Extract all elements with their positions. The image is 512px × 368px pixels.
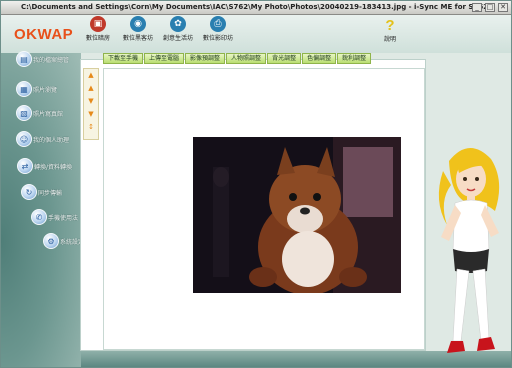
down-arrow-icon[interactable]: ▼ (84, 95, 98, 108)
photo-icon: ▦ (16, 81, 32, 97)
help-button[interactable]: ? 說明 (379, 17, 401, 44)
print-icon: ⎙ (210, 16, 226, 32)
toolbar-label: 數位暗房 (85, 35, 110, 42)
sidebar-item-photo-album[interactable]: ▧ 照片寫真館 (16, 105, 63, 121)
sidebar-item-file-manager[interactable]: ▤ 我的檔案總管 (16, 51, 69, 67)
sidebar-item-label: 我的個人助理 (33, 136, 70, 144)
sidebar-item-phone-usage[interactable]: ✆ 手機使用法 (31, 209, 78, 225)
up-arrow-icon[interactable]: ▲ (84, 69, 98, 82)
creative-icon: ✿ (170, 16, 186, 32)
title-bar[interactable]: C:\Documents and Settings\Corn\My Docume… (1, 1, 511, 15)
phone-icon: ✆ (31, 209, 47, 225)
maximize-button[interactable]: □ (485, 3, 495, 12)
sidebar-item-label: 照片寫真館 (33, 110, 64, 118)
assistant-icon: ☺ (16, 131, 32, 147)
tab-portrait-adjust[interactable]: 人物照調整 (226, 53, 267, 64)
toolbar-label: 創意生活坊 (162, 35, 193, 42)
sidebar-item-sync[interactable]: ↻ 同步傳輸 (21, 184, 62, 200)
tab-color-adjust[interactable]: 色偏調整 (302, 53, 337, 64)
darkroom-icon: ▣ (90, 16, 106, 32)
resize-arrow-icon[interactable]: ↕ (84, 121, 98, 134)
toolbar-print-button[interactable]: ⎙ 數位影印坊 (199, 16, 237, 42)
window-title: C:\Documents and Settings\Corn\My Docume… (21, 3, 489, 11)
window-controls: _ □ ✕ (472, 3, 508, 12)
mascot-illustration (438, 147, 500, 353)
toolbar-label: 數位黑客坊 (122, 35, 153, 42)
okwap-logo: OKWAP (14, 26, 74, 43)
settings-icon: ⚙ (43, 233, 59, 249)
sidebar-item-photo-browse[interactable]: ▦ 照片瀏覽 (16, 81, 57, 97)
photo-image (193, 137, 401, 293)
down-arrow-icon[interactable]: ▼ (84, 108, 98, 121)
sidebar-item-label: 轉換/資料轉換 (34, 163, 73, 171)
tab-download-to-phone[interactable]: 下載至手機 (103, 53, 144, 64)
up-arrow-icon[interactable]: ▲ (84, 82, 98, 95)
close-button[interactable]: ✕ (498, 3, 508, 12)
sidebar-item-convert[interactable]: ⇄ 轉換/資料轉換 (17, 158, 72, 174)
tab-image-adjust[interactable]: 影像預調整 (185, 53, 226, 64)
sidebar-item-label: 照片瀏覽 (33, 86, 58, 94)
sidebar-item-label: 同步傳輸 (38, 189, 63, 197)
sidebar-item-label: 手機使用法 (48, 214, 79, 222)
toolbar-creative-button[interactable]: ✿ 創意生活坊 (159, 16, 197, 42)
minimize-button[interactable]: _ (472, 3, 482, 12)
tab-sharpness-adjust[interactable]: 銳利調整 (337, 53, 372, 64)
fox-plush-photo (193, 137, 401, 293)
top-banner (1, 15, 511, 53)
function-tabs: 下載至手機 上傳至電腦 影像預調整 人物照調整 背光調整 色偏調整 銳利調整 (103, 53, 372, 64)
question-mark-icon: ? (385, 17, 395, 34)
help-label: 說明 (383, 36, 396, 43)
sidebar-item-assistant[interactable]: ☺ 我的個人助理 (16, 131, 69, 147)
app-window: C:\Documents and Settings\Corn\My Docume… (0, 0, 512, 368)
toolbar-darkroom-button[interactable]: ▣ 數位暗房 (79, 16, 117, 42)
sidebar-item-label: 我的檔案總管 (33, 56, 70, 64)
convert-icon: ⇄ (17, 158, 33, 174)
tab-backlight-adjust[interactable]: 背光調整 (267, 53, 302, 64)
toolbar-hacker-button[interactable]: ◉ 數位黑客坊 (119, 16, 157, 42)
sidebar-item-settings[interactable]: ⚙ 系統設定 (43, 233, 84, 249)
folder-icon: ▤ (16, 51, 32, 67)
tab-upload-to-pc[interactable]: 上傳至電腦 (144, 53, 185, 64)
toolbar-label: 數位影印坊 (202, 35, 233, 42)
album-icon: ▧ (16, 105, 32, 121)
hacker-icon: ◉ (130, 16, 146, 32)
sync-icon: ↻ (21, 184, 37, 200)
navigation-arrows: ▲ ▲ ▼ ▼ ↕ (83, 68, 99, 140)
